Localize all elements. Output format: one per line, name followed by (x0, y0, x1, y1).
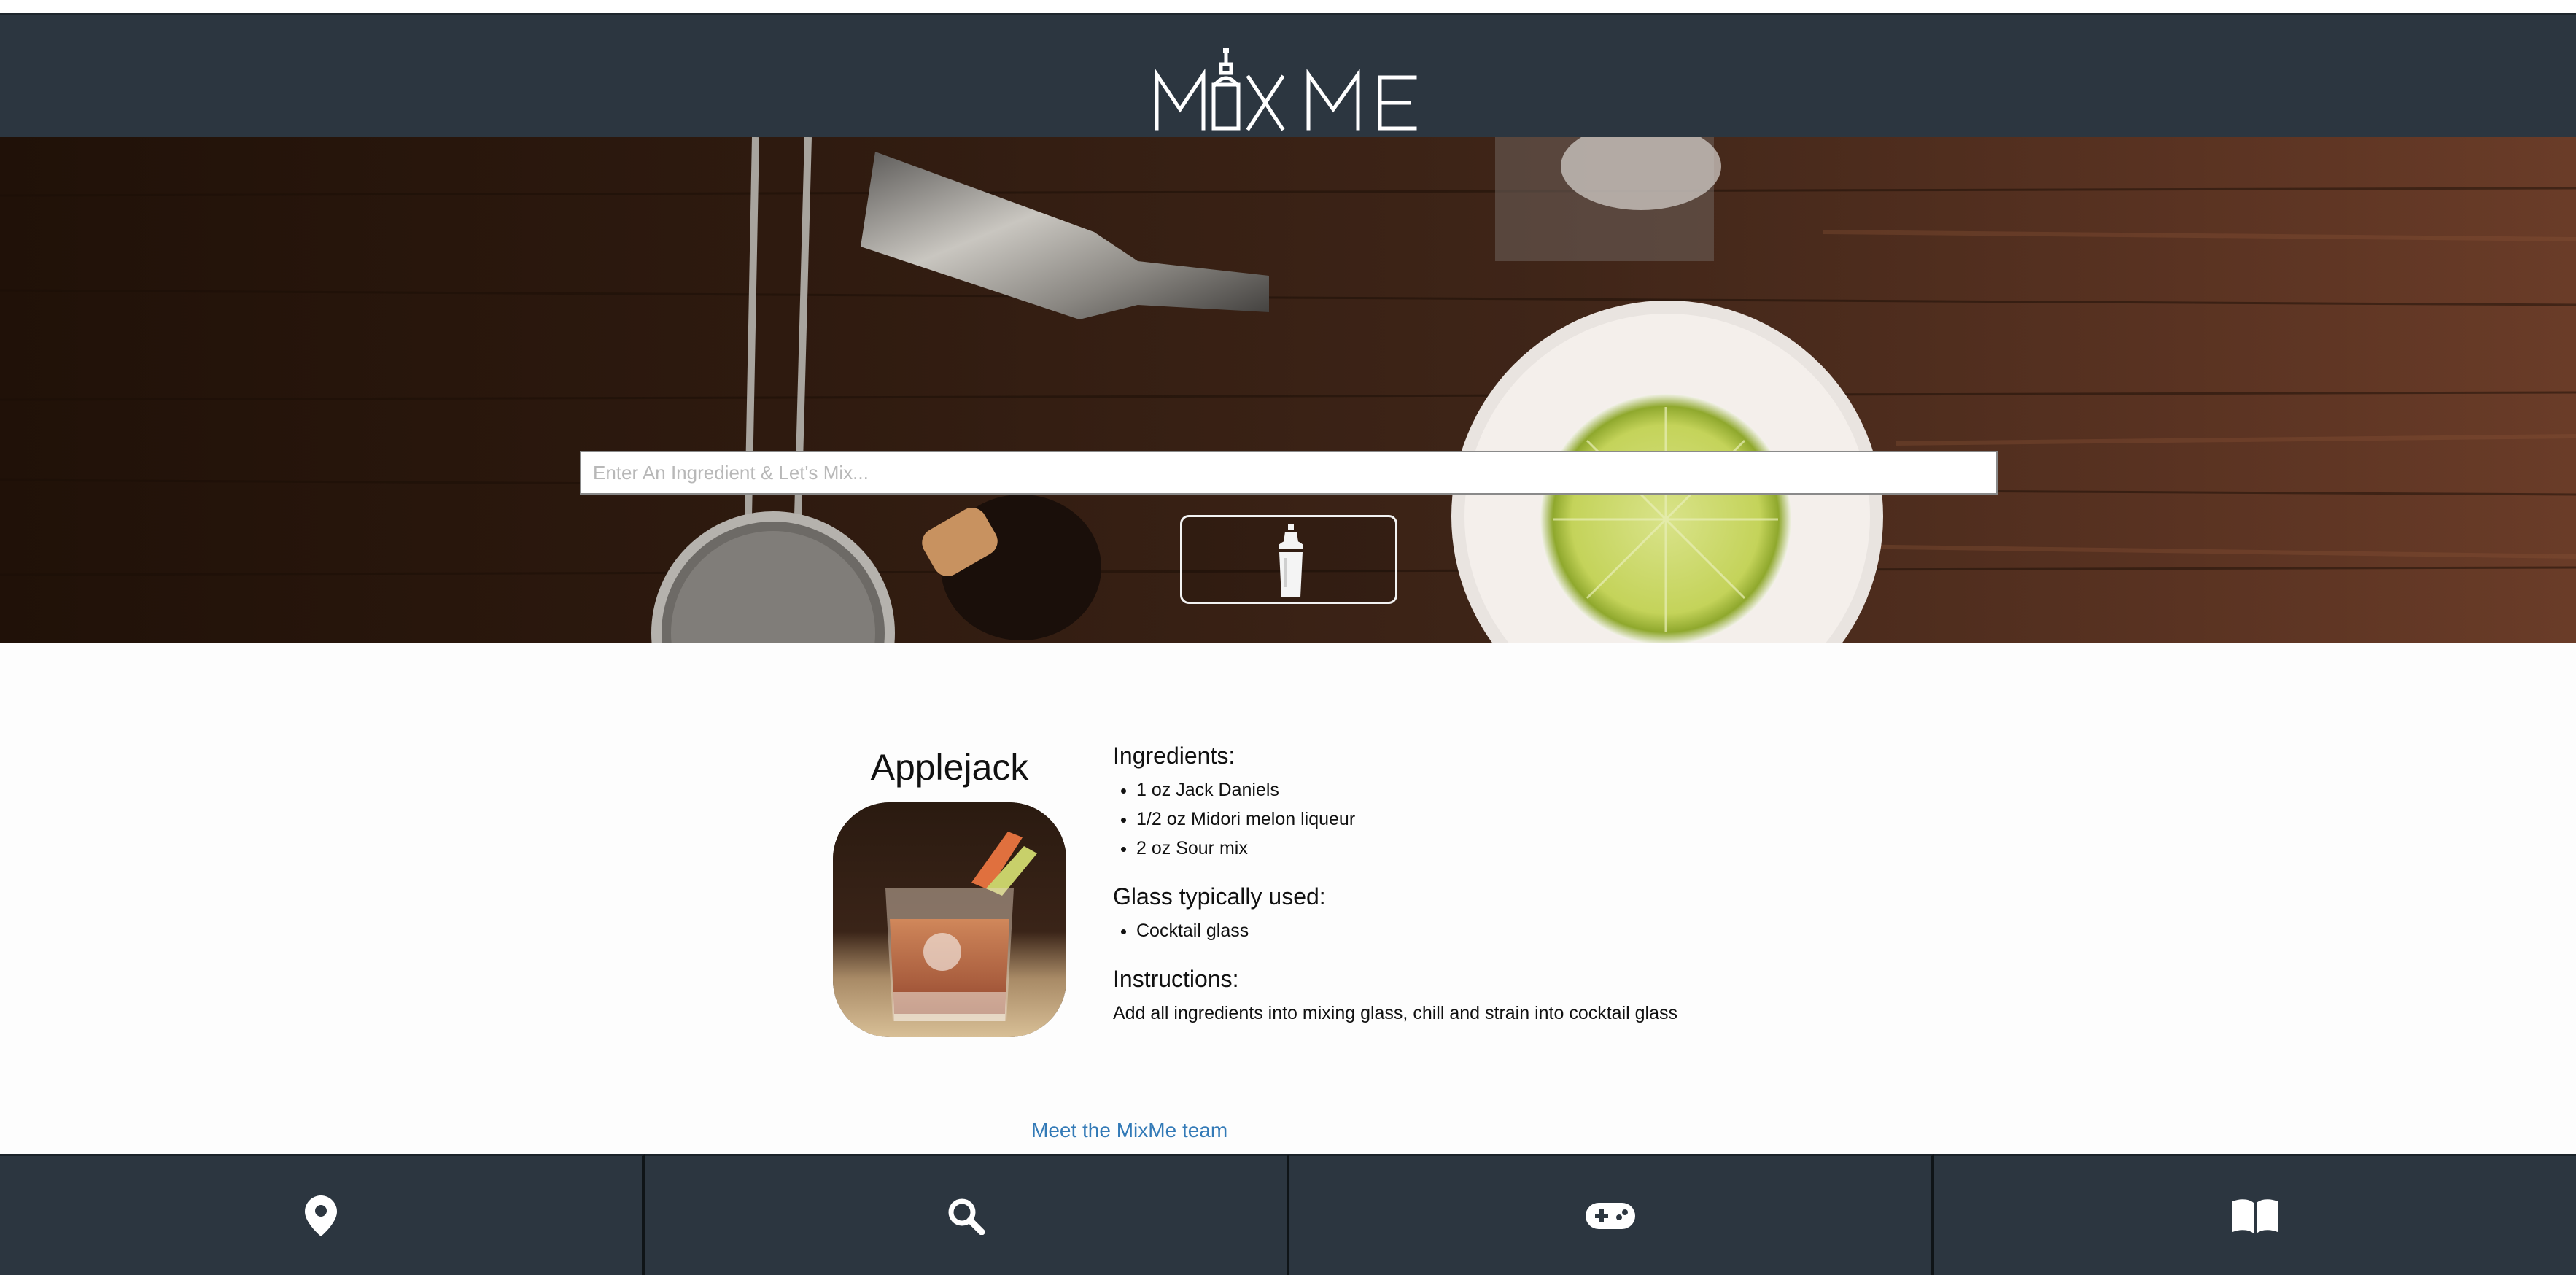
mix-button[interactable] (1180, 515, 1397, 604)
ingredient-search-input[interactable] (580, 451, 1998, 495)
nav-search-button[interactable] (645, 1154, 1289, 1275)
glass-item: Cocktail glass (1136, 916, 1915, 945)
ingredient-item: 1/2 oz Midori melon liqueur (1136, 805, 1915, 834)
drink-details: Ingredients: 1 oz Jack Daniels 1/2 oz Mi… (1113, 743, 1915, 1028)
ingredients-heading: Ingredients: (1113, 743, 1235, 769)
drink-photo (833, 802, 1066, 1037)
glass-list: Cocktail glass (1113, 916, 1915, 945)
gamepad-icon (1586, 1202, 1635, 1229)
instructions-text: Add all ingredients into mixing glass, c… (1113, 1003, 1677, 1023)
mixme-logo[interactable] (1152, 36, 1424, 133)
instructions-heading: Instructions: (1113, 966, 1239, 992)
header (0, 13, 2576, 139)
top-strip (0, 0, 2576, 13)
ingredient-item: 2 oz Sour mix (1136, 834, 1915, 863)
ingredient-item: 1 oz Jack Daniels (1136, 775, 1915, 805)
drink-name: Applejack (870, 747, 1029, 788)
nav-recipes-button[interactable] (1934, 1154, 2576, 1275)
hero-banner (0, 137, 2576, 643)
bottom-nav (0, 1154, 2576, 1275)
map-marker-icon (305, 1195, 337, 1236)
meet-team-link[interactable]: Meet the MixMe team (1031, 1119, 1227, 1142)
glass-heading: Glass typically used: (1113, 883, 1326, 910)
search-icon (948, 1198, 985, 1235)
book-icon (2232, 1198, 2278, 1233)
cocktail-image (833, 802, 1066, 1037)
ingredients-list: 1 oz Jack Daniels 1/2 oz Midori melon li… (1113, 775, 1915, 863)
nav-map-button[interactable] (0, 1154, 645, 1275)
cocktail-shaker-icon (1279, 524, 1303, 597)
nav-games-button[interactable] (1289, 1154, 1934, 1275)
